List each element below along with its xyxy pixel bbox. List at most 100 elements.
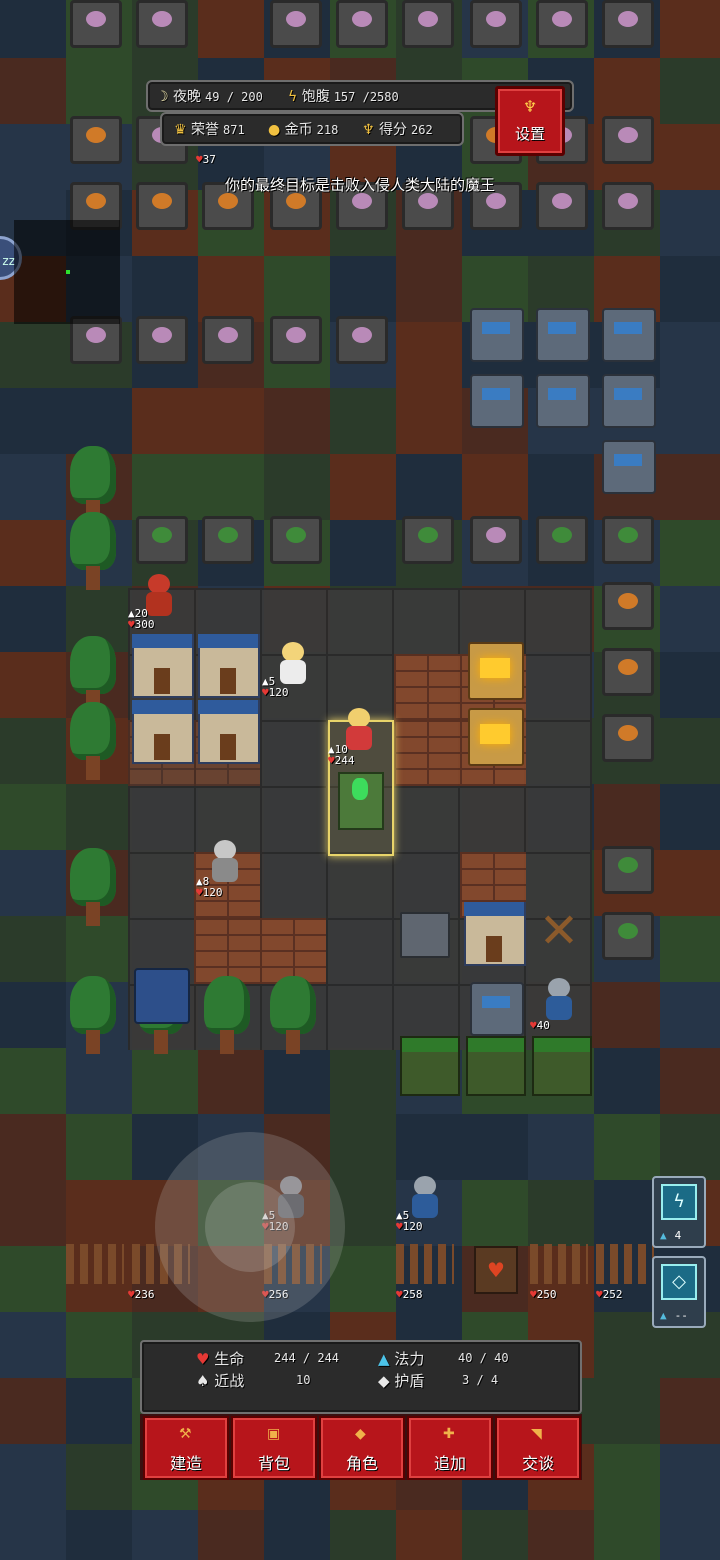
machine[interactable] (536, 374, 590, 428)
farm-plot[interactable] (336, 0, 388, 48)
machine[interactable] (470, 308, 524, 362)
farm-plot[interactable] (470, 0, 522, 48)
farm-plot[interactable] (402, 0, 454, 48)
market-stall[interactable] (532, 1036, 592, 1096)
farm-plot[interactable] (602, 0, 654, 48)
crop-icon (418, 193, 438, 209)
terrain-tile (660, 784, 720, 850)
tree[interactable] (68, 512, 118, 592)
terrain-tile (66, 1180, 132, 1246)
house[interactable] (198, 634, 260, 698)
farm-plot[interactable] (602, 516, 654, 564)
farm-plot[interactable] (536, 0, 588, 48)
farm-plot[interactable] (602, 648, 654, 696)
terrain-tile (0, 1444, 66, 1510)
farm-plot[interactable] (270, 316, 322, 364)
terrain-tile (0, 322, 66, 388)
terrain-tile (660, 124, 720, 190)
machine[interactable] (470, 374, 524, 428)
crossed-swords-icon[interactable]: ✕ (532, 904, 586, 958)
farm-plot[interactable] (602, 714, 654, 762)
skill-lightning[interactable]: ϟ ▲ 4 (652, 1176, 706, 1248)
farm-plot[interactable] (602, 182, 654, 230)
virtual-joystick[interactable] (155, 1132, 345, 1322)
terrain-tile (660, 1444, 720, 1510)
farm-plot[interactable] (202, 316, 254, 364)
build-button[interactable]: ⚒ 建造 (143, 1416, 229, 1480)
fence[interactable] (530, 1244, 588, 1284)
green-altar[interactable] (338, 772, 384, 830)
farm-plot[interactable] (336, 316, 388, 364)
house[interactable] (198, 700, 260, 764)
fence[interactable] (396, 1244, 454, 1284)
crop-icon (552, 527, 572, 543)
farm-plot[interactable] (602, 846, 654, 894)
lightning-icon: ϟ (288, 89, 298, 105)
farm-plot[interactable] (602, 116, 654, 164)
resource-bar: ♛ 荣誉 871 ● 金币 218 ♆ 得分 262 (160, 112, 464, 146)
terrain-tile (594, 1378, 660, 1444)
machine[interactable] (602, 440, 656, 494)
terrain-tile (132, 1510, 198, 1560)
terrain-tile (330, 520, 396, 586)
crop-icon (618, 193, 638, 209)
farm-plot[interactable] (402, 516, 454, 564)
joystick-knob[interactable] (205, 1182, 295, 1272)
character-button[interactable]: ◆ 角色 (319, 1416, 405, 1480)
workbench[interactable] (470, 982, 524, 1036)
farm-plot[interactable] (270, 516, 322, 564)
furnace[interactable] (468, 708, 524, 766)
knight-npc[interactable] (538, 976, 578, 1022)
farm-plot[interactable] (536, 182, 588, 230)
crop-icon (618, 857, 638, 873)
fence[interactable] (596, 1244, 654, 1284)
skill-shield[interactable]: ◇ ▲ -- (652, 1256, 706, 1328)
blue-bed[interactable] (134, 968, 190, 1024)
tree[interactable] (68, 702, 118, 782)
furnace[interactable] (468, 642, 524, 700)
backpack-label: 背包 (257, 1454, 290, 1473)
house[interactable] (132, 700, 194, 764)
farm-plot[interactable] (270, 0, 322, 48)
farm-plot[interactable] (536, 516, 588, 564)
machine[interactable] (602, 308, 656, 362)
guild-hall[interactable] (464, 902, 526, 966)
terrain-tile (0, 1048, 66, 1114)
market-stall[interactable] (400, 1036, 460, 1096)
market-stall[interactable] (466, 1036, 526, 1096)
backpack-button[interactable]: ▣ 背包 (231, 1416, 317, 1480)
talk-button[interactable]: ◥ 交谈 (495, 1416, 581, 1480)
farm-plot[interactable] (470, 516, 522, 564)
tree[interactable] (68, 976, 118, 1056)
crop-icon (86, 193, 106, 209)
farm-plot[interactable] (202, 516, 254, 564)
tree[interactable] (268, 976, 318, 1056)
terrain-tile (528, 1510, 594, 1560)
farm-plot[interactable] (136, 316, 188, 364)
farm-plot[interactable] (602, 912, 654, 960)
terrain-tile (132, 388, 198, 454)
machine[interactable] (602, 374, 656, 428)
machine[interactable] (536, 308, 590, 362)
farm-plot[interactable] (602, 582, 654, 630)
skill-count: ▲ -- (660, 1309, 688, 1322)
farm-plot[interactable] (70, 116, 122, 164)
farm-plot[interactable] (70, 0, 122, 48)
minimap[interactable] (14, 220, 120, 324)
crop-icon (286, 11, 306, 27)
heart-sign-icon[interactable]: ♥ (474, 1246, 518, 1294)
fence[interactable] (66, 1244, 124, 1284)
elder-stats: ▲8 ♥120 (196, 875, 223, 899)
settings-button[interactable]: ♆ 设置 (495, 86, 565, 156)
tree[interactable] (202, 976, 252, 1056)
terrain-tile (0, 850, 66, 916)
crop-icon (552, 193, 572, 209)
tree[interactable] (68, 848, 118, 928)
farm-plot[interactable] (136, 0, 188, 48)
crop-icon (152, 527, 172, 543)
farm-plot[interactable] (136, 516, 188, 564)
terrain-tile (264, 1048, 330, 1114)
anvil[interactable] (400, 912, 450, 958)
house[interactable] (132, 634, 194, 698)
add-button[interactable]: ✚ 追加 (407, 1416, 493, 1480)
